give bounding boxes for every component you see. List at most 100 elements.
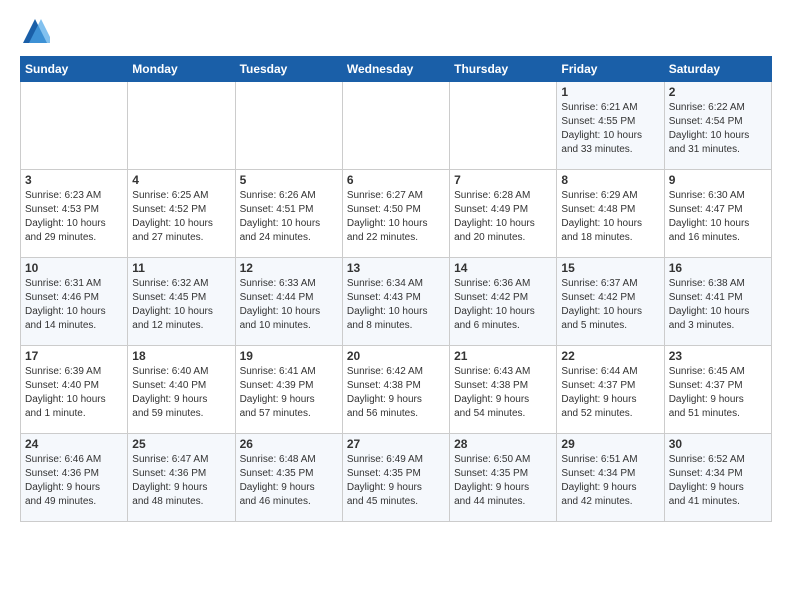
day-number: 17	[25, 349, 123, 363]
day-number: 24	[25, 437, 123, 451]
day-info: Sunrise: 6:52 AM Sunset: 4:34 PM Dayligh…	[669, 453, 767, 509]
calendar-cell: 5 Sunrise: 6:26 AM Sunset: 4:51 PM Daylig…	[235, 170, 342, 258]
day-info: Sunrise: 6:44 AM Sunset: 4:37 PM Dayligh…	[561, 365, 659, 421]
day-info: Sunrise: 6:37 AM Sunset: 4:42 PM Dayligh…	[561, 277, 659, 333]
calendar-cell: 17 Sunrise: 6:39 AM Sunset: 4:40 PM Dayli…	[21, 346, 128, 434]
calendar-cell: 11 Sunrise: 6:32 AM Sunset: 4:45 PM Dayli…	[128, 258, 235, 346]
calendar-week-3: 10 Sunrise: 6:31 AM Sunset: 4:46 PM Dayli…	[21, 258, 772, 346]
calendar-cell: 12Sunrise: 6:33 AM Sunset: 4:44 PM Dayli…	[235, 258, 342, 346]
day-number: 10	[25, 261, 123, 275]
day-info: Sunrise: 6:48 AM Sunset: 4:35 PM Dayligh…	[240, 453, 338, 509]
calendar-cell: 19 Sunrise: 6:41 AM Sunset: 4:39 PM Dayli…	[235, 346, 342, 434]
day-number: 4	[132, 173, 230, 187]
day-number: 15	[561, 261, 659, 275]
calendar-cell: 7 Sunrise: 6:28 AM Sunset: 4:49 PM Daylig…	[450, 170, 557, 258]
day-number: 1	[561, 85, 659, 99]
day-number: 2	[669, 85, 767, 99]
calendar-cell: 26 Sunrise: 6:48 AM Sunset: 4:35 PM Dayli…	[235, 434, 342, 522]
weekday-header-saturday: Saturday	[664, 57, 771, 82]
weekday-header-monday: Monday	[128, 57, 235, 82]
calendar-cell: 2 Sunrise: 6:22 AM Sunset: 4:54 PM Daylig…	[664, 82, 771, 170]
calendar-cell: 4 Sunrise: 6:25 AM Sunset: 4:52 PM Daylig…	[128, 170, 235, 258]
day-number: 26	[240, 437, 338, 451]
day-number: 23	[669, 349, 767, 363]
day-info: Sunrise: 6:40 AM Sunset: 4:40 PM Dayligh…	[132, 365, 230, 421]
day-info: Sunrise: 6:39 AM Sunset: 4:40 PM Dayligh…	[25, 365, 123, 421]
weekday-header-thursday: Thursday	[450, 57, 557, 82]
calendar-week-5: 24 Sunrise: 6:46 AM Sunset: 4:36 PM Dayli…	[21, 434, 772, 522]
calendar-cell: 8 Sunrise: 6:29 AM Sunset: 4:48 PM Daylig…	[557, 170, 664, 258]
day-number: 27	[347, 437, 445, 451]
calendar-cell	[21, 82, 128, 170]
day-info: Sunrise: 6:42 AM Sunset: 4:38 PM Dayligh…	[347, 365, 445, 421]
day-number: 28	[454, 437, 552, 451]
calendar-week-1: 1Sunrise: 6:21 AM Sunset: 4:55 PM Daylig…	[21, 82, 772, 170]
day-info: Sunrise: 6:34 AM Sunset: 4:43 PM Dayligh…	[347, 277, 445, 333]
weekday-header-sunday: Sunday	[21, 57, 128, 82]
day-info: Sunrise: 6:26 AM Sunset: 4:51 PM Dayligh…	[240, 189, 338, 245]
calendar-cell: 21Sunrise: 6:43 AM Sunset: 4:38 PM Dayli…	[450, 346, 557, 434]
calendar-cell: 3Sunrise: 6:23 AM Sunset: 4:53 PM Daylig…	[21, 170, 128, 258]
calendar-cell: 23Sunrise: 6:45 AM Sunset: 4:37 PM Dayli…	[664, 346, 771, 434]
calendar-cell: 30Sunrise: 6:52 AM Sunset: 4:34 PM Dayli…	[664, 434, 771, 522]
calendar-cell: 10 Sunrise: 6:31 AM Sunset: 4:46 PM Dayli…	[21, 258, 128, 346]
calendar-cell	[450, 82, 557, 170]
day-number: 12	[240, 261, 338, 275]
calendar-cell	[342, 82, 449, 170]
calendar-cell: 20 Sunrise: 6:42 AM Sunset: 4:38 PM Dayli…	[342, 346, 449, 434]
calendar-cell	[235, 82, 342, 170]
calendar-cell: 9Sunrise: 6:30 AM Sunset: 4:47 PM Daylig…	[664, 170, 771, 258]
day-number: 19	[240, 349, 338, 363]
day-number: 7	[454, 173, 552, 187]
day-info: Sunrise: 6:25 AM Sunset: 4:52 PM Dayligh…	[132, 189, 230, 245]
day-number: 29	[561, 437, 659, 451]
day-info: Sunrise: 6:38 AM Sunset: 4:41 PM Dayligh…	[669, 277, 767, 333]
calendar-cell: 22 Sunrise: 6:44 AM Sunset: 4:37 PM Dayli…	[557, 346, 664, 434]
day-info: Sunrise: 6:51 AM Sunset: 4:34 PM Dayligh…	[561, 453, 659, 509]
day-number: 13	[347, 261, 445, 275]
day-info: Sunrise: 6:46 AM Sunset: 4:36 PM Dayligh…	[25, 453, 123, 509]
calendar-cell: 27 Sunrise: 6:49 AM Sunset: 4:35 PM Dayli…	[342, 434, 449, 522]
day-number: 8	[561, 173, 659, 187]
day-info: Sunrise: 6:32 AM Sunset: 4:45 PM Dayligh…	[132, 277, 230, 333]
calendar-cell	[128, 82, 235, 170]
day-info: Sunrise: 6:43 AM Sunset: 4:38 PM Dayligh…	[454, 365, 552, 421]
weekday-header-tuesday: Tuesday	[235, 57, 342, 82]
calendar-cell: 16 Sunrise: 6:38 AM Sunset: 4:41 PM Dayli…	[664, 258, 771, 346]
calendar-cell: 6Sunrise: 6:27 AM Sunset: 4:50 PM Daylig…	[342, 170, 449, 258]
calendar-table: SundayMondayTuesdayWednesdayThursdayFrid…	[20, 56, 772, 522]
day-info: Sunrise: 6:29 AM Sunset: 4:48 PM Dayligh…	[561, 189, 659, 245]
calendar-cell: 28 Sunrise: 6:50 AM Sunset: 4:35 PM Dayli…	[450, 434, 557, 522]
weekday-header-friday: Friday	[557, 57, 664, 82]
day-info: Sunrise: 6:31 AM Sunset: 4:46 PM Dayligh…	[25, 277, 123, 333]
day-info: Sunrise: 6:30 AM Sunset: 4:47 PM Dayligh…	[669, 189, 767, 245]
day-number: 5	[240, 173, 338, 187]
day-info: Sunrise: 6:41 AM Sunset: 4:39 PM Dayligh…	[240, 365, 338, 421]
calendar-cell: 25 Sunrise: 6:47 AM Sunset: 4:36 PM Dayli…	[128, 434, 235, 522]
day-number: 25	[132, 437, 230, 451]
logo-icon	[20, 16, 50, 46]
page: SundayMondayTuesdayWednesdayThursdayFrid…	[0, 0, 792, 612]
day-info: Sunrise: 6:28 AM Sunset: 4:49 PM Dayligh…	[454, 189, 552, 245]
day-info: Sunrise: 6:47 AM Sunset: 4:36 PM Dayligh…	[132, 453, 230, 509]
calendar-week-2: 3Sunrise: 6:23 AM Sunset: 4:53 PM Daylig…	[21, 170, 772, 258]
day-info: Sunrise: 6:49 AM Sunset: 4:35 PM Dayligh…	[347, 453, 445, 509]
day-info: Sunrise: 6:50 AM Sunset: 4:35 PM Dayligh…	[454, 453, 552, 509]
day-number: 16	[669, 261, 767, 275]
day-info: Sunrise: 6:23 AM Sunset: 4:53 PM Dayligh…	[25, 189, 123, 245]
header	[20, 16, 772, 46]
day-number: 20	[347, 349, 445, 363]
day-info: Sunrise: 6:22 AM Sunset: 4:54 PM Dayligh…	[669, 101, 767, 157]
day-number: 18	[132, 349, 230, 363]
day-number: 11	[132, 261, 230, 275]
calendar-cell: 14 Sunrise: 6:36 AM Sunset: 4:42 PM Dayli…	[450, 258, 557, 346]
day-info: Sunrise: 6:36 AM Sunset: 4:42 PM Dayligh…	[454, 277, 552, 333]
day-number: 22	[561, 349, 659, 363]
calendar-cell: 15 Sunrise: 6:37 AM Sunset: 4:42 PM Dayli…	[557, 258, 664, 346]
weekday-header-row: SundayMondayTuesdayWednesdayThursdayFrid…	[21, 57, 772, 82]
calendar-cell: 13 Sunrise: 6:34 AM Sunset: 4:43 PM Dayli…	[342, 258, 449, 346]
calendar-cell: 24 Sunrise: 6:46 AM Sunset: 4:36 PM Dayli…	[21, 434, 128, 522]
day-number: 14	[454, 261, 552, 275]
day-number: 6	[347, 173, 445, 187]
calendar-cell: 18 Sunrise: 6:40 AM Sunset: 4:40 PM Dayli…	[128, 346, 235, 434]
